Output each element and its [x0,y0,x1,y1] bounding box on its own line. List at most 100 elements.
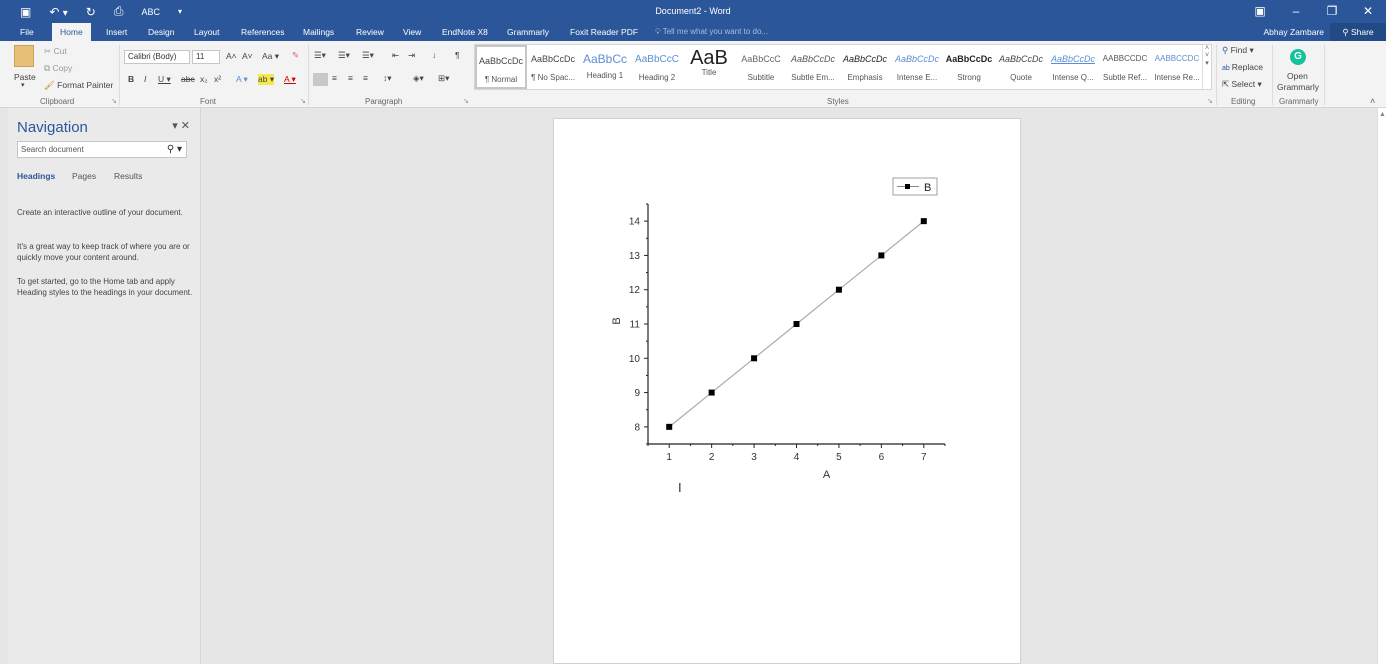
tab-references[interactable]: References [233,23,292,41]
font-color-button[interactable]: A ▾ [284,74,296,85]
style-subtitle[interactable]: AaBbCcC Subtitle [735,45,787,89]
open-grammarly-button[interactable]: Open [1287,71,1308,81]
nav-tab-headings[interactable]: Headings [17,171,55,181]
font-name-combo[interactable]: Calibri (Body) [124,50,190,64]
y-tick-label: 11 [630,320,641,331]
tab-endnote[interactable]: EndNote X8 [434,23,496,41]
tab-mailings[interactable]: Mailings [295,23,342,41]
restore-icon[interactable]: ❐ [1314,0,1350,23]
more-styles-icon[interactable]: ▾ [1203,59,1211,67]
tab-home[interactable]: Home [52,23,91,41]
paste-button[interactable]: Paste [14,72,36,82]
increase-indent-icon[interactable]: ⇥ [408,50,415,61]
select-button[interactable]: ⇱ Select ▾ [1222,79,1262,90]
cut-button[interactable]: ✂ Cut [44,46,67,57]
style-intense-reference[interactable]: AABBCCDC Intense Re... [1151,45,1203,89]
justify-icon[interactable]: ≡ [363,73,368,83]
borders-icon[interactable]: ⊞▾ [438,73,449,84]
close-icon[interactable]: ✕ [1350,0,1386,23]
grow-font-icon[interactable]: A˄ [226,51,237,61]
tab-file[interactable]: File [12,23,42,41]
multilevel-list-icon[interactable]: ☰▾ [362,50,374,61]
format-painter-button[interactable]: 🖌︎ Format Painter [44,80,113,91]
find-button[interactable]: ⚲ Find ▾ [1222,45,1254,56]
style-subtle-reference[interactable]: AABBCCDC Subtle Ref... [1099,45,1151,89]
paragraph-launcher-icon[interactable]: ↘ [463,97,469,105]
style-no-spacing[interactable]: AaBbCcDc ¶ No Spac... [527,45,579,89]
text-effects-button[interactable]: A ▾ [236,74,248,85]
change-case-icon[interactable]: Aa ▾ [262,51,279,62]
tab-review[interactable]: Review [348,23,392,41]
style-normal[interactable]: AaBbCcDc ¶ Normal [475,45,527,89]
italic-button[interactable]: I [144,74,146,84]
tell-me-box[interactable]: 💡︎ Tell me what you want to do... [655,23,768,41]
clear-formatting-icon[interactable]: ✎ [292,50,299,61]
data-point [666,423,673,430]
tab-foxit[interactable]: Foxit Reader PDF [562,23,646,41]
style-intense-emphasis[interactable]: AaBbCcDc Intense E... [891,45,943,89]
style-intense-quote[interactable]: AaBbCcDc Intense Q... [1047,45,1099,89]
copy-button[interactable]: ⧉ Copy [44,63,72,74]
align-right-icon[interactable]: ≡ [348,73,353,83]
align-left-button[interactable] [313,73,328,86]
paste-icon[interactable] [14,45,34,67]
align-center-icon[interactable]: ≡ [332,73,337,83]
style-strong[interactable]: AaBbCcDc Strong [943,45,995,89]
open-grammarly-button-label[interactable]: Grammarly [1277,82,1319,92]
tab-design[interactable]: Design [140,23,182,41]
style-heading-1[interactable]: AaBbCc Heading 1 [579,45,631,89]
nav-tab-pages[interactable]: Pages [72,171,96,181]
x-axis-label: A [823,469,831,481]
superscript-button[interactable]: x² [214,74,221,84]
paste-dropdown-icon[interactable]: ▾ [21,81,25,89]
style-heading-2[interactable]: AaBbCcC Heading 2 [631,45,683,89]
scroll-up-icon[interactable]: ▲ [1379,111,1386,118]
style-subtle-emphasis[interactable]: AaBbCcDc Subtle Em... [787,45,839,89]
styles-launcher-icon[interactable]: ↘ [1207,97,1213,105]
tab-view[interactable]: View [395,23,429,41]
tab-layout[interactable]: Layout [186,23,228,41]
font-size-combo[interactable]: 11 [192,50,220,64]
y-tick-label: 10 [629,354,641,365]
highlight-button[interactable]: ab ▾ [258,74,275,85]
decrease-indent-icon[interactable]: ⇤ [392,50,399,61]
search-document-input[interactable]: Search document ⚲ ▾ [17,141,187,158]
minimize-icon[interactable]: – [1278,0,1314,23]
scroll-up-icon[interactable]: ˄ [1203,45,1211,52]
document-page[interactable]: 1 2 3 4 5 6 7 8 9 10 11 12 13 14 A B B [553,118,1021,664]
nav-help-text: It's a great way to keep track of where … [17,242,190,262]
sort-icon[interactable]: ↓ [432,50,436,60]
subscript-button[interactable]: x₂ [200,74,208,84]
style-quote[interactable]: AaBbCcDc Quote [995,45,1047,89]
strikethrough-button[interactable]: abc [181,74,195,84]
bold-button[interactable]: B [128,74,134,84]
pane-options-icon[interactable]: ▾ [172,120,178,132]
show-formatting-icon[interactable]: ¶ [455,50,460,60]
user-name[interactable]: Abhay Zambare [1264,23,1324,41]
line-spacing-icon[interactable]: ↕▾ [383,73,392,84]
font-launcher-icon[interactable]: ↘ [300,97,306,105]
numbering-icon[interactable]: ☰▾ [338,50,350,61]
vertical-scrollbar[interactable]: ▲ [1377,108,1386,664]
ribbon-display-options-icon[interactable]: ▣ [1242,0,1278,23]
shading-icon[interactable]: ◈▾ [413,73,424,84]
close-pane-icon[interactable]: ✕ [181,120,190,132]
collapse-ribbon-icon[interactable]: ˄ [1370,96,1375,106]
tab-insert[interactable]: Insert [98,23,135,41]
styles-scroll[interactable]: ˄ ˅ ▾ [1202,45,1211,89]
style-title[interactable]: AaB Title [683,45,735,89]
style-emphasis[interactable]: AaBbCcDc Emphasis [839,45,891,89]
scroll-down-icon[interactable]: ˅ [1203,52,1211,59]
chart[interactable]: 1 2 3 4 5 6 7891011121314ABB [554,119,1022,519]
search-icon[interactable]: ⚲ ▾ [167,142,182,157]
shrink-font-icon[interactable]: A˅ [242,51,253,61]
grammarly-icon[interactable]: G [1290,49,1306,65]
share-button[interactable]: ⚲ Share [1330,23,1386,41]
tab-grammarly[interactable]: Grammarly [499,23,557,41]
clipboard-launcher-icon[interactable]: ↘ [111,97,117,105]
bullets-icon[interactable]: ☰▾ [314,50,326,61]
font-group-label: Font [200,97,217,106]
nav-tab-results[interactable]: Results [114,171,142,181]
underline-button[interactable]: U ▾ [158,74,171,85]
replace-button[interactable]: ab Replace [1222,62,1263,72]
